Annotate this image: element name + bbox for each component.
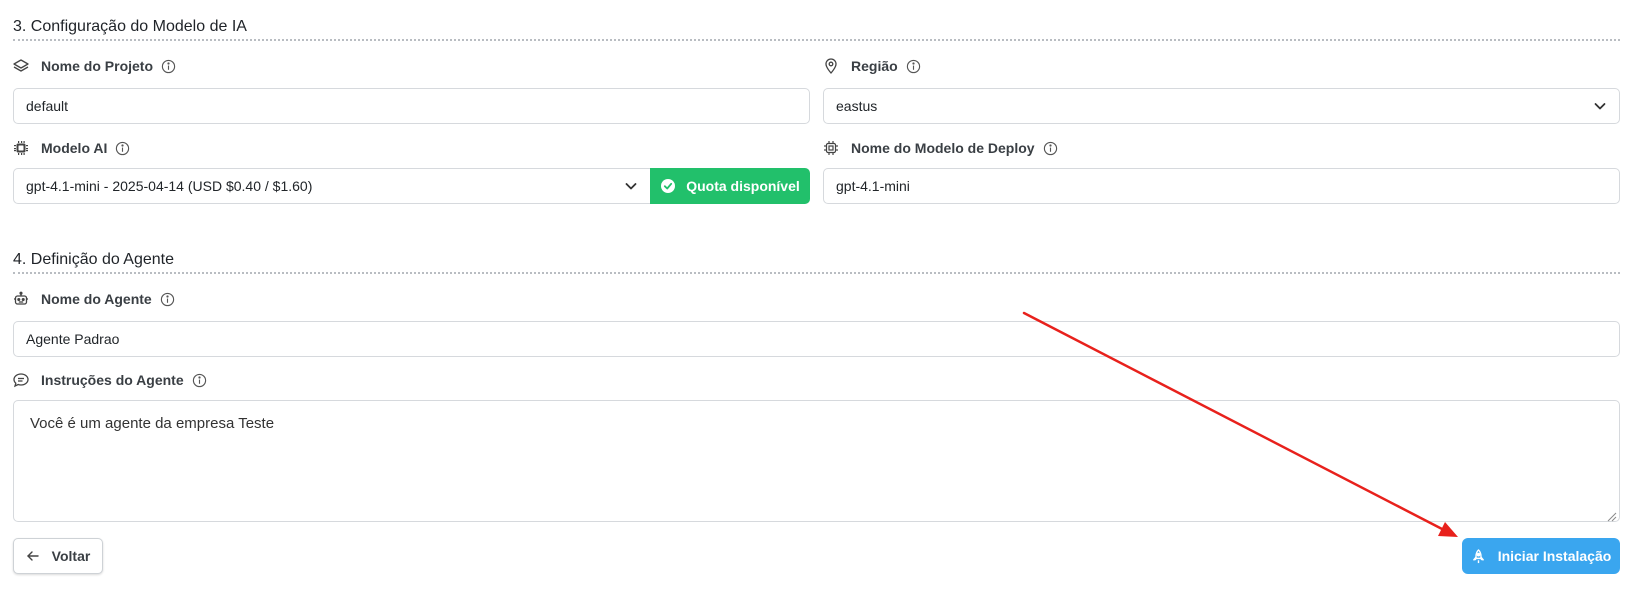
ai-model-label: Modelo AI [13,140,130,156]
deploy-model-name-label: Nome do Modelo de Deploy [823,140,1058,156]
chevron-down-icon [1593,99,1607,113]
section-title-agent-definition: 4. Definição do Agente [13,251,175,268]
check-circle-icon [660,178,676,194]
rocket-icon [1471,548,1486,564]
section-divider [13,272,1620,274]
region-select[interactable]: eastus [823,88,1620,124]
chip-outline-icon [823,140,839,156]
agent-install-form: 3. Configuração do Modelo de IA Nome do … [0,0,1640,593]
chat-icon [13,372,29,388]
robot-icon [13,291,29,307]
agent-name-input[interactable]: Agente Padrao [13,321,1620,357]
chip-icon [13,140,29,156]
map-pin-icon [823,58,839,74]
arrow-left-icon [26,549,40,563]
agent-instructions-text: Você é um agente da empresa Teste [30,415,275,432]
info-icon[interactable] [161,59,176,74]
project-name-label: Nome do Projeto [13,58,176,74]
info-icon[interactable] [906,59,921,74]
start-install-button[interactable]: Iniciar Instalação [1462,538,1620,574]
back-button[interactable]: Voltar [13,538,103,574]
deploy-model-name-input[interactable]: gpt-4.1-mini [823,168,1620,204]
ai-model-select[interactable]: gpt-4.1-mini - 2025-04-14 (USD $0.40 / $… [13,168,650,204]
resize-handle[interactable] [1607,509,1617,522]
info-icon[interactable] [115,141,130,156]
project-name-input[interactable]: default [13,88,810,124]
quota-available-badge: Quota disponível [650,168,810,204]
agent-instructions-textarea[interactable]: Você é um agente da empresa Teste [13,400,1620,522]
agent-instructions-label: Instruções do Agente [13,372,207,388]
info-icon[interactable] [192,373,207,388]
agent-name-label: Nome do Agente [13,291,175,307]
section-title-model-config: 3. Configuração do Modelo de IA [13,18,247,35]
info-icon[interactable] [160,292,175,307]
layers-icon [13,58,29,74]
section-divider [13,39,1620,41]
info-icon[interactable] [1043,141,1058,156]
region-label: Região [823,58,921,74]
chevron-down-icon [624,179,638,193]
